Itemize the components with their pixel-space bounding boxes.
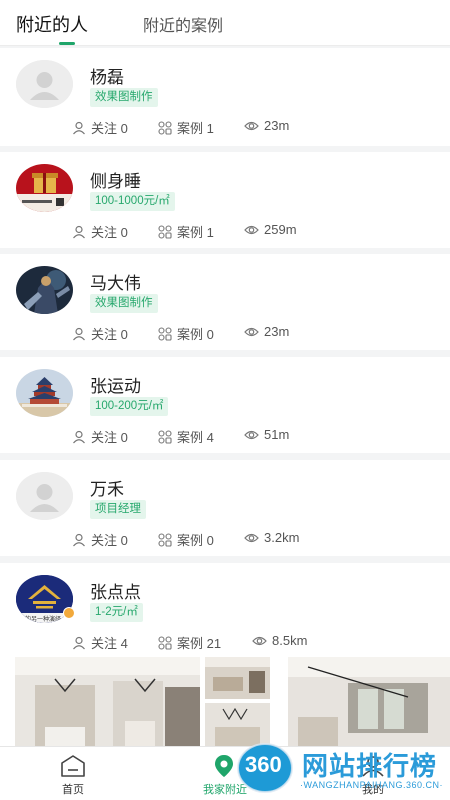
distance: 23m: [244, 118, 289, 133]
360-logo-text: 360: [245, 752, 282, 777]
person-card-cestuishui[interactable]: 侧身睡 100-1000元/㎡ 关注 0 案例 1 259m: [0, 152, 450, 248]
case-photo[interactable]: [205, 657, 270, 699]
distance-label: 8.5km: [272, 633, 308, 648]
eye-icon: [244, 533, 259, 542]
follow-count-label: 关注 0: [91, 225, 128, 240]
temple-photo: [16, 369, 73, 417]
follow-count: 关注 0: [72, 222, 128, 241]
follow-count-label: 关注 0: [91, 327, 128, 342]
distance: 259m: [244, 222, 297, 237]
user-outline-icon: [73, 636, 85, 649]
distance: 3.2km: [244, 530, 299, 545]
home-icon: [61, 755, 85, 777]
case-count-label: 案例 1: [177, 121, 214, 136]
person-name: 杨磊: [90, 68, 124, 87]
person-card-wanhe[interactable]: 万禾 项目经理 关注 0 案例 0 3.2km: [0, 460, 450, 556]
case-count-label: 案例 4: [177, 430, 214, 445]
case-count-label: 案例 0: [177, 327, 214, 342]
case-count: 案例 0: [158, 530, 214, 549]
person-name: 马大伟: [90, 274, 141, 293]
person-name: 张运动: [90, 377, 141, 396]
user-outline-icon: [73, 430, 85, 443]
eye-icon: [252, 636, 267, 645]
case-count: 案例 21: [158, 633, 221, 652]
distance-label: 23m: [264, 118, 290, 133]
eye-icon: [244, 121, 259, 130]
follow-count: 关注 0: [72, 324, 128, 343]
person-tag: 100-1000元/㎡: [90, 192, 175, 211]
eye-icon: [244, 327, 259, 336]
follow-count-label: 关注 0: [91, 430, 128, 445]
case-count: 案例 4: [158, 427, 214, 446]
tab-nearby-cases[interactable]: 附近的案例: [143, 12, 223, 36]
person-name: 张点点: [90, 583, 141, 602]
grid-icon: [158, 429, 172, 444]
distance-label: 23m: [264, 324, 290, 339]
user-outline-icon: [73, 533, 85, 546]
case-photo-gallery: [0, 657, 450, 746]
grid-icon: [158, 326, 172, 341]
red-gift-box-photo: [16, 164, 73, 212]
distance: 8.5km: [252, 633, 307, 648]
watermark-url-text: WANGZHANPAIHANG.360.CN: [303, 780, 440, 790]
person-tag: 效果图制作: [90, 88, 158, 107]
avatar-caption: 格的另一种演绎: [19, 617, 62, 623]
default-avatar-icon: [16, 472, 73, 520]
case-photo[interactable]: [15, 657, 200, 746]
follow-count: 关注 0: [72, 118, 128, 137]
case-count: 案例 0: [158, 324, 214, 343]
grid-icon: [158, 120, 172, 135]
watermark-title: 网站排行榜: [302, 751, 438, 781]
site-watermark: 360 网站排行榜 ·WANGZHANPAIHANG.360.CN·: [236, 738, 450, 800]
distance-label: 3.2km: [264, 530, 300, 545]
case-count: 案例 1: [158, 222, 214, 241]
nav-home-label: 首页: [62, 784, 84, 796]
person-tag: 项目经理: [90, 500, 146, 519]
case-count-label: 案例 21: [177, 636, 222, 651]
person-tag: 100-200元/㎡: [90, 397, 169, 416]
follow-count-label: 关注 0: [91, 121, 128, 136]
eye-icon: [244, 430, 259, 439]
active-tab-indicator: [59, 42, 75, 45]
case-count-label: 案例 0: [177, 533, 214, 548]
follow-count: 关注 4: [72, 633, 128, 652]
distance: 23m: [244, 324, 289, 339]
follow-count: 关注 0: [72, 427, 128, 446]
user-outline-icon: [73, 121, 85, 134]
user-outline-icon: [73, 327, 85, 340]
grid-icon: [158, 635, 172, 650]
grid-icon: [158, 532, 172, 547]
person-card-yanglei[interactable]: 杨磊 效果图制作 关注 0 案例 1 23m: [0, 48, 450, 146]
person-tag: 1-2元/㎡: [90, 603, 143, 622]
follow-count-label: 关注 0: [91, 533, 128, 548]
eye-icon: [244, 225, 259, 234]
nav-home[interactable]: 首页: [40, 747, 106, 800]
location-pin-icon: [215, 755, 233, 777]
character-artwork-photo: [16, 266, 73, 314]
default-avatar-icon: [16, 60, 73, 108]
case-count: 案例 1: [158, 118, 214, 137]
watermark-url: ·WANGZHANPAIHANG.360.CN·: [300, 780, 444, 790]
top-tab-bar: 附近的人 附近的案例: [0, 0, 450, 46]
distance-label: 51m: [264, 427, 290, 442]
case-count-label: 案例 1: [177, 225, 214, 240]
person-name: 万禾: [90, 480, 124, 499]
person-card-zhangyundong[interactable]: 张运动 100-200元/㎡ 关注 0 案例 4 51m: [0, 357, 450, 453]
person-tag: 效果图制作: [90, 294, 158, 313]
person-name: 侧身睡: [90, 172, 141, 191]
case-photo[interactable]: [288, 657, 450, 746]
distance: 51m: [244, 427, 289, 442]
distance-label: 259m: [264, 222, 297, 237]
follow-count-label: 关注 4: [91, 636, 128, 651]
tab-nearby-people[interactable]: 附近的人: [16, 11, 88, 37]
verified-badge: [63, 607, 75, 619]
person-card-madawei[interactable]: 马大伟 效果图制作 关注 0 案例 0 23m: [0, 254, 450, 350]
user-outline-icon: [73, 225, 85, 238]
grid-icon: [158, 224, 172, 239]
follow-count: 关注 0: [72, 530, 128, 549]
